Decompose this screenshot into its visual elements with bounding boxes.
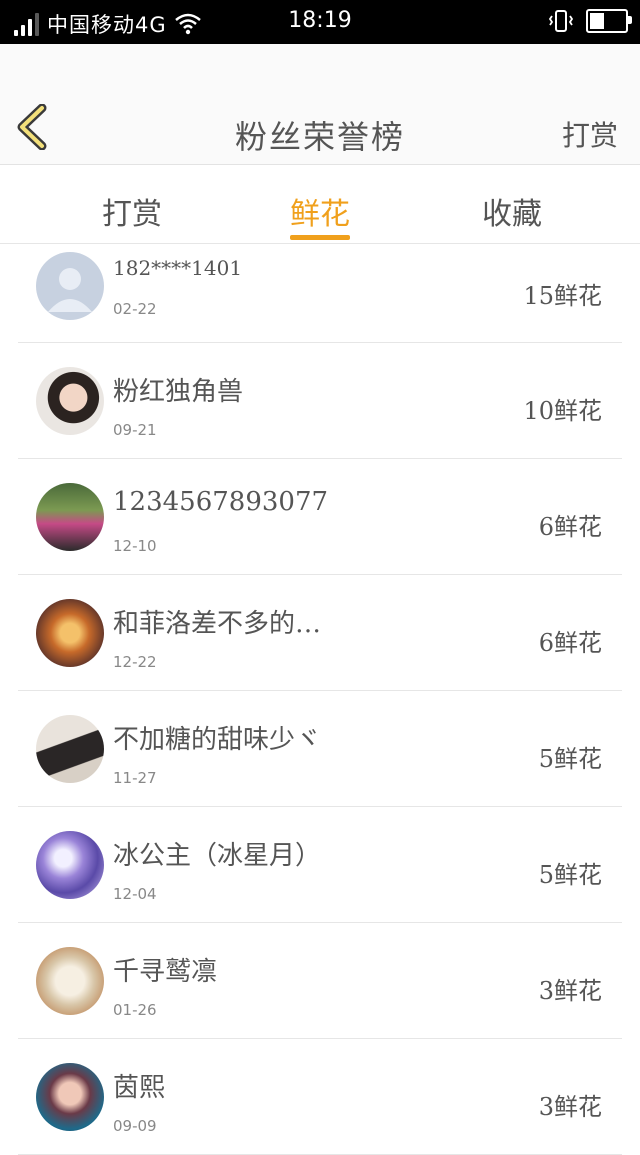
fan-name: 粉红独角兽: [113, 377, 244, 407]
fan-name: 不加糖的甜味少ヾ: [113, 725, 322, 755]
fan-name: 1234567893077: [113, 487, 329, 517]
list-item[interactable]: 182****1401 02-22 15鲜花: [18, 244, 622, 343]
fan-name: 182****1401: [113, 256, 243, 280]
list-item[interactable]: 粉红独角兽 09-21 10鲜花: [18, 343, 622, 459]
fan-name: 茵熙: [113, 1073, 166, 1103]
avatar: [36, 599, 104, 667]
fan-name: 千寻鹫凛: [113, 957, 218, 987]
flower-count: 6鲜花: [538, 513, 602, 541]
page-title: 粉丝荣誉榜: [234, 118, 405, 156]
nav-header: 粉丝荣誉榜 打赏: [0, 44, 640, 165]
status-bar: 中国移动4G 18:19: [0, 0, 640, 44]
avatar: [36, 483, 104, 551]
avatar: [36, 252, 104, 320]
list-item[interactable]: 和菲洛差不多的… 12-22 6鲜花: [18, 575, 622, 691]
status-right: [548, 8, 632, 34]
fan-date: 12-22: [113, 653, 157, 671]
fan-name: 和菲洛差不多的…: [113, 609, 322, 639]
avatar: [36, 831, 104, 899]
list-item[interactable]: 千寻鹫凛 01-26 3鲜花: [18, 923, 622, 1039]
active-tab-indicator: [290, 235, 350, 240]
vibrate-icon: [548, 10, 574, 32]
avatar: [36, 947, 104, 1015]
avatar: [36, 367, 104, 435]
fan-date: 11-27: [113, 769, 157, 787]
tab-bar: 打赏 鲜花 收藏: [0, 165, 640, 244]
list-item[interactable]: 冰公主（冰星月） 12-04 5鲜花: [18, 807, 622, 923]
fan-date: 02-22: [113, 300, 157, 318]
flower-count: 3鲜花: [538, 977, 602, 1005]
tab-tips[interactable]: 打赏: [102, 189, 162, 233]
flower-count: 3鲜花: [538, 1093, 602, 1121]
fan-date: 01-26: [113, 1001, 157, 1019]
fan-date: 09-09: [113, 1117, 157, 1135]
fan-date: 09-21: [113, 421, 157, 439]
tab-favorites[interactable]: 收藏: [482, 189, 542, 233]
fan-date: 12-10: [113, 537, 157, 555]
flower-count: 5鲜花: [538, 861, 602, 889]
avatar: [36, 715, 104, 783]
avatar: [36, 1063, 104, 1131]
status-time: 18:19: [288, 8, 352, 33]
list-item[interactable]: 1234567893077 12-10 6鲜花: [18, 459, 622, 575]
list-item[interactable]: 不加糖的甜味少ヾ 11-27 5鲜花: [18, 691, 622, 807]
default-user-icon: [48, 268, 92, 312]
flower-count: 15鲜花: [523, 282, 602, 310]
fan-ranking-list: 182****1401 02-22 15鲜花 粉红独角兽 09-21 10鲜花 …: [0, 244, 640, 1155]
flower-count: 5鲜花: [538, 745, 602, 773]
battery-icon: [586, 9, 632, 33]
flower-count: 10鲜花: [523, 397, 602, 425]
flower-count: 6鲜花: [538, 629, 602, 657]
fan-name: 冰公主（冰星月）: [113, 841, 322, 871]
fan-date: 12-04: [113, 885, 157, 903]
tip-button[interactable]: 打赏: [562, 114, 618, 154]
tab-flowers[interactable]: 鲜花: [290, 189, 350, 233]
